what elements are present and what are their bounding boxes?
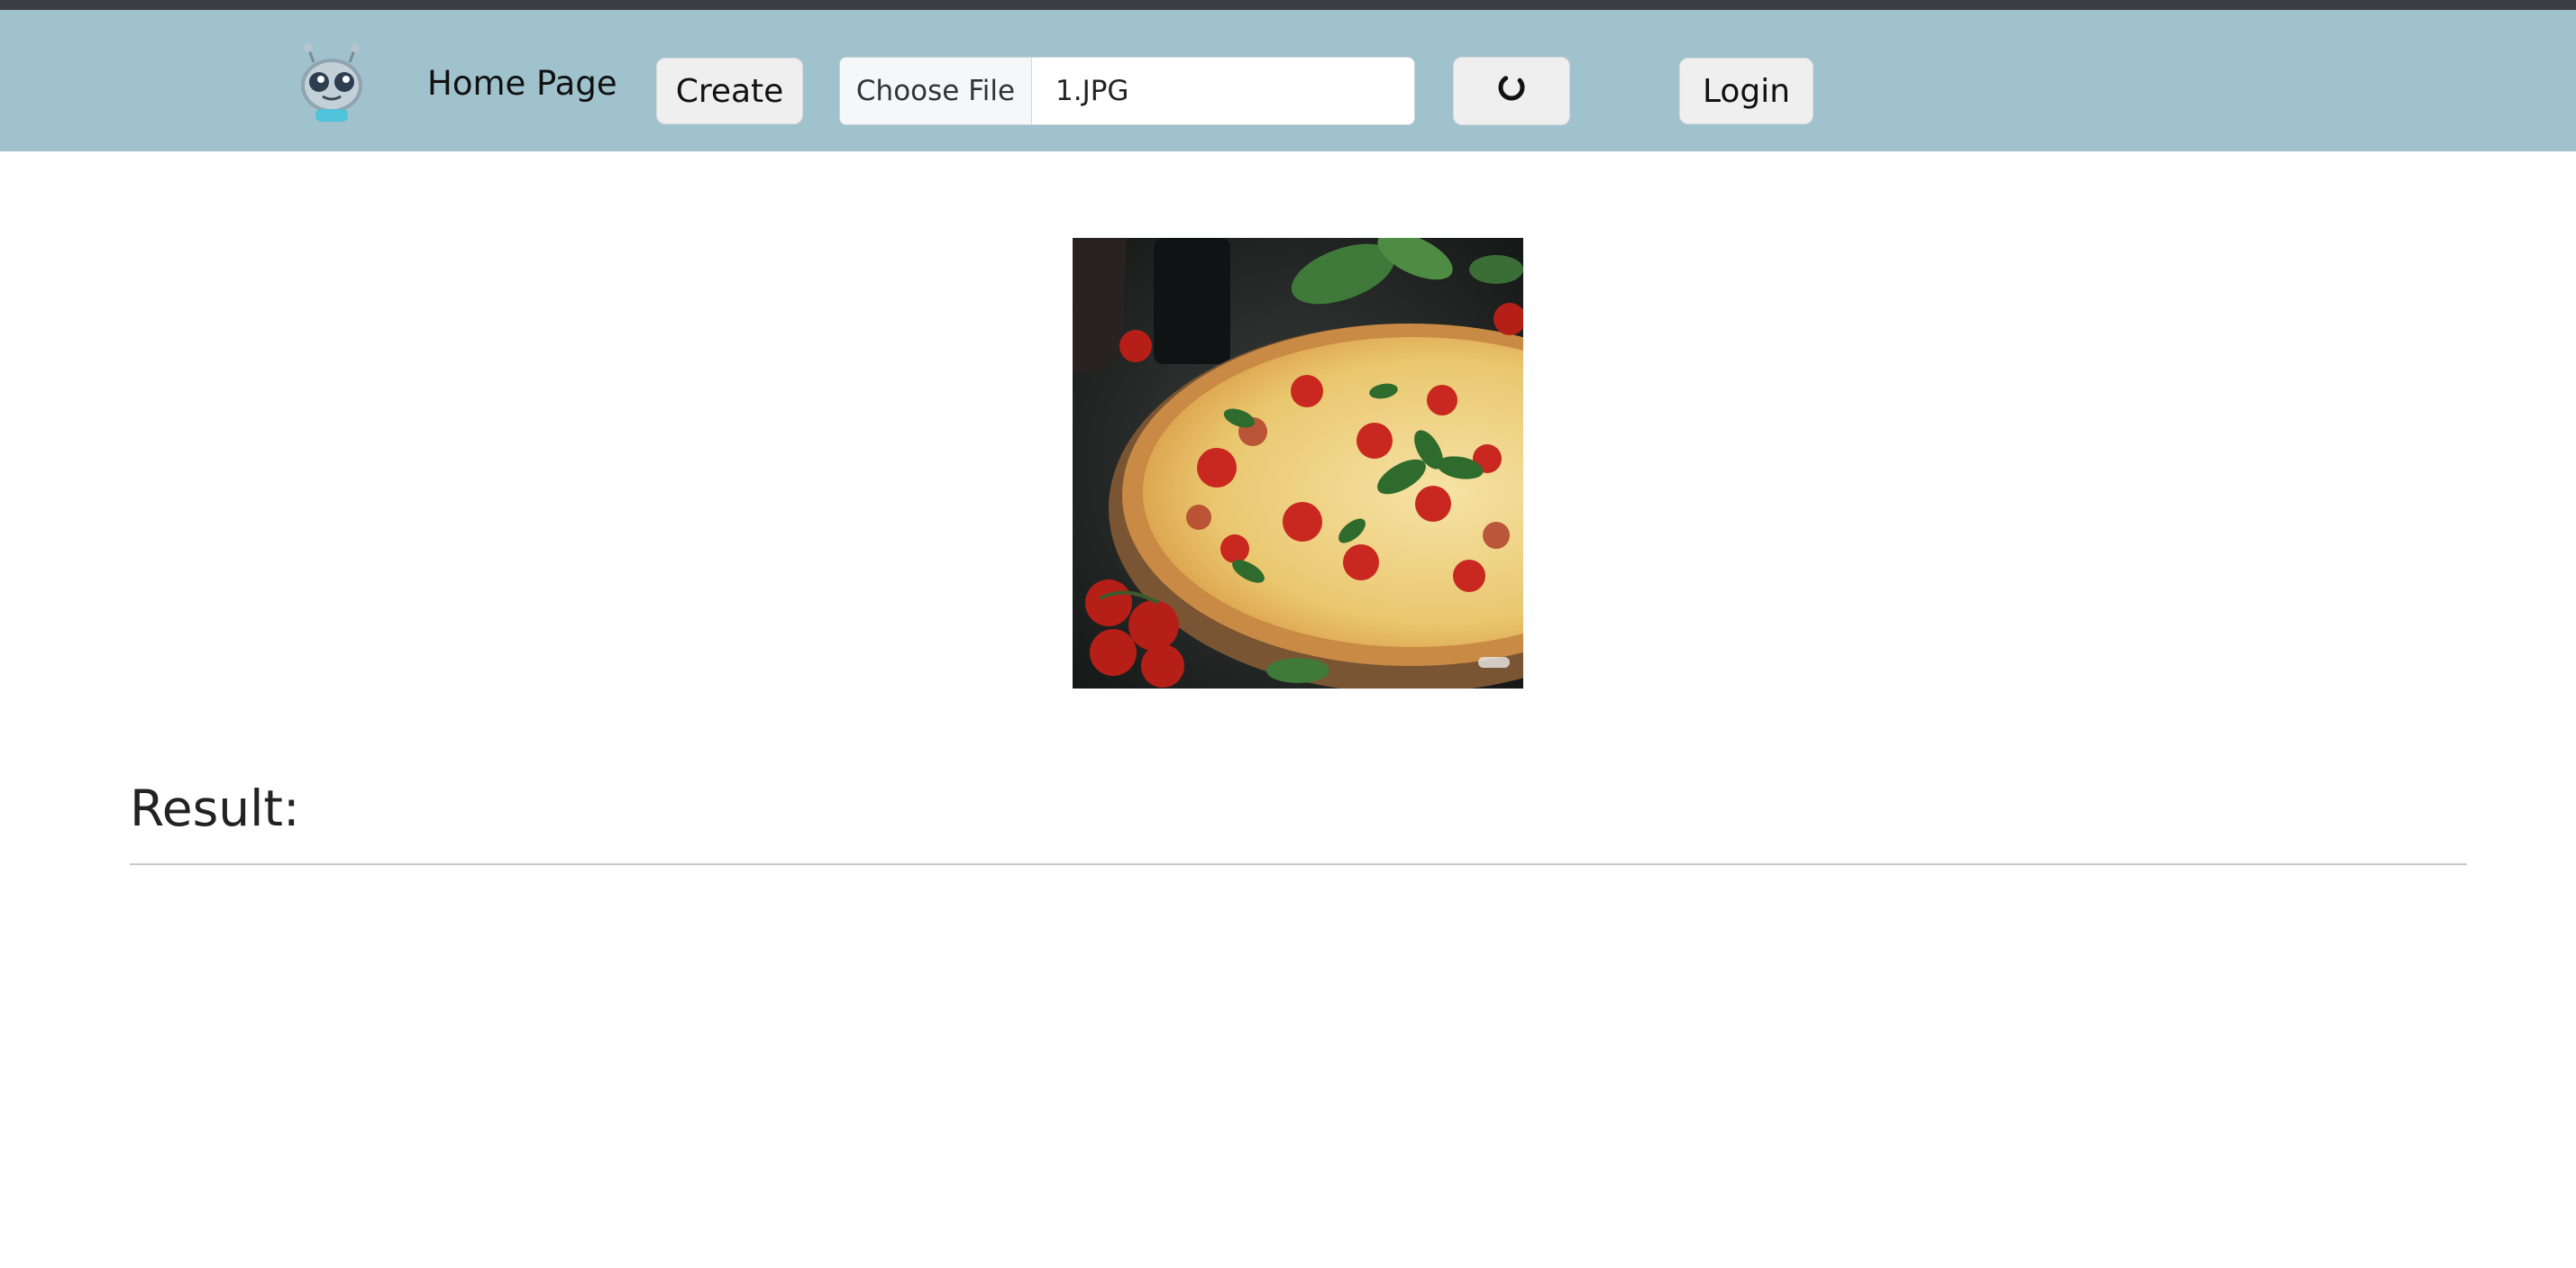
choose-file-button[interactable]: Choose File [840, 58, 1032, 124]
result-divider [130, 863, 2467, 865]
selected-file-name: 1.JPG [1055, 75, 1129, 107]
home-page-link[interactable]: Home Page [427, 62, 617, 105]
result-heading: Result: [130, 780, 300, 837]
robot-logo-icon[interactable] [294, 42, 370, 123]
loading-spinner-icon [1495, 71, 1528, 112]
login-button[interactable]: Login [1679, 58, 1813, 124]
file-input[interactable]: Choose File 1.JPG [839, 57, 1415, 125]
create-button[interactable]: Create [656, 58, 803, 124]
window-top-strip [0, 0, 2576, 10]
uploaded-image-preview [1073, 238, 1523, 689]
navbar: Home Page Create Choose File 1.JPG Login [0, 10, 2576, 151]
upload-button[interactable] [1453, 57, 1570, 125]
